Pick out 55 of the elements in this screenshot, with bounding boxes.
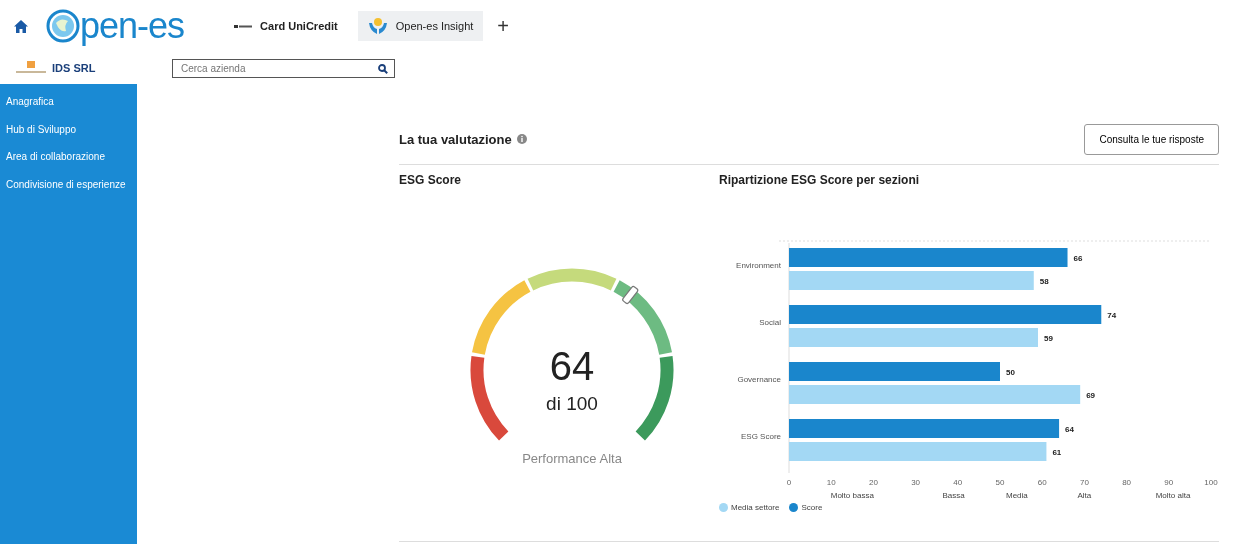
tick-label: 20 bbox=[868, 478, 878, 487]
sidebar-item[interactable]: Hub di Sviluppo bbox=[0, 115, 137, 143]
value-label: 59 bbox=[1044, 334, 1053, 343]
value-label: 61 bbox=[1052, 448, 1062, 457]
info-icon[interactable] bbox=[516, 134, 527, 144]
tick-label: 80 bbox=[1122, 478, 1132, 487]
sidebar-item[interactable]: Anagrafica bbox=[0, 88, 137, 116]
home-icon[interactable] bbox=[14, 19, 28, 33]
company-name: IDS SRL bbox=[52, 62, 96, 74]
band-label: Molto alta bbox=[1155, 491, 1191, 500]
band-label: Alta bbox=[1077, 491, 1092, 500]
tab[interactable]: Open-es Insight bbox=[357, 11, 484, 41]
card-logo-icon bbox=[234, 23, 253, 29]
search-field[interactable]: Cerca azienda bbox=[172, 58, 395, 78]
globe-logo-icon bbox=[46, 9, 80, 43]
tick-label: 90 bbox=[1164, 478, 1174, 487]
tick-label: 60 bbox=[1037, 478, 1047, 487]
gauge-marker bbox=[621, 285, 640, 305]
category-label: Governance bbox=[737, 375, 781, 384]
value-label: 50 bbox=[1006, 368, 1015, 377]
sidebar-item[interactable]: Condivisione di esperienze bbox=[0, 170, 137, 198]
tick-label: 100 bbox=[1204, 478, 1218, 487]
tick-label: 10 bbox=[826, 478, 836, 487]
section-title: La tua valutazione bbox=[399, 131, 512, 147]
tick-label: 0 bbox=[786, 478, 792, 487]
value-label: 64 bbox=[1065, 425, 1074, 434]
category-label: Environment bbox=[736, 261, 781, 270]
score-value: 64 bbox=[549, 344, 595, 388]
band-label: Bassa bbox=[942, 491, 965, 500]
legend-label[interactable]: Media settore bbox=[731, 503, 780, 512]
logo-text: pen-es bbox=[80, 8, 185, 44]
search-icon[interactable] bbox=[378, 63, 388, 74]
value-label: 58 bbox=[1039, 277, 1049, 286]
hands-icon bbox=[367, 17, 388, 35]
company-logo-icon bbox=[16, 61, 46, 75]
add-tab-button[interactable]: + bbox=[493, 14, 514, 38]
value-label: 69 bbox=[1086, 391, 1096, 400]
sidebar-item[interactable]: Area di collaborazione bbox=[0, 143, 137, 171]
panel-title: Ripartizione ESG Score per sezioni bbox=[719, 173, 921, 187]
category-label: Social bbox=[759, 318, 781, 327]
category-label: ESG Score bbox=[741, 432, 781, 441]
tab[interactable]: Card UniCredit bbox=[224, 14, 348, 38]
value-label: 74 bbox=[1107, 311, 1117, 320]
legend-label[interactable]: Score bbox=[801, 503, 823, 512]
tick-label: 30 bbox=[911, 478, 921, 487]
tick-label: 50 bbox=[995, 478, 1005, 487]
band-label: Molto bassa bbox=[830, 491, 874, 500]
band-label: Media bbox=[1006, 491, 1028, 500]
tick-label: 40 bbox=[953, 478, 963, 487]
panel-title: ESG Score bbox=[399, 173, 463, 187]
performance-label: Performance Alta bbox=[522, 451, 622, 466]
score-total: di 100 bbox=[546, 393, 598, 414]
answers-button[interactable]: Consulta le tue risposte bbox=[1084, 123, 1219, 155]
tick-label: 70 bbox=[1079, 478, 1089, 487]
value-label: 66 bbox=[1073, 254, 1083, 263]
